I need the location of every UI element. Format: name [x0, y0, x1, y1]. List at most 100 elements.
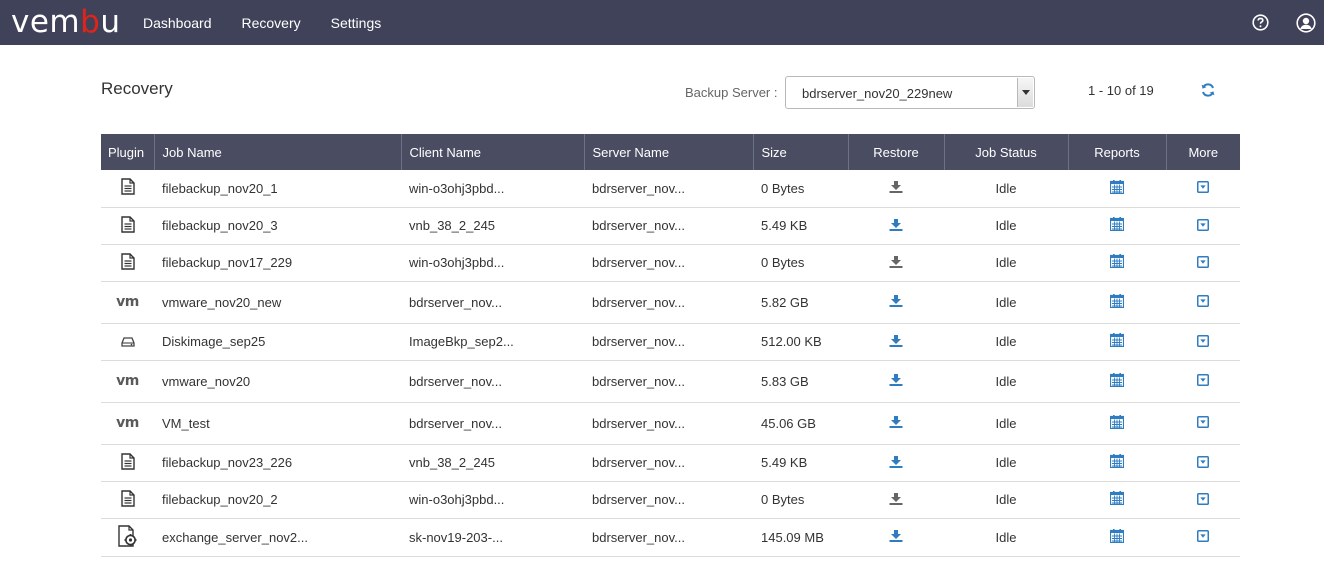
more-dropdown-icon[interactable]	[1197, 255, 1209, 271]
job-name-cell[interactable]: exchange_server_nov2...	[154, 518, 401, 556]
job-name-cell[interactable]: filebackup_nov20_3	[154, 207, 401, 244]
plugin-cell: vm	[101, 360, 154, 402]
nav-dashboard[interactable]: Dashboard	[143, 15, 212, 31]
column-header-server-name[interactable]: Server Name	[583, 134, 753, 170]
reports-cell	[1068, 170, 1166, 207]
more-dropdown-icon[interactable]	[1197, 416, 1209, 431]
download-icon[interactable]	[889, 334, 903, 350]
calendar-icon[interactable]	[1109, 454, 1125, 471]
download-icon[interactable]	[889, 455, 903, 471]
column-header-client-name[interactable]: Client Name	[400, 134, 584, 170]
table-row[interactable]: Diskimage_sep25 ImageBkp_sep2... bdrserver…	[101, 323, 1240, 360]
download-icon[interactable]	[889, 416, 903, 431]
job-status-cell: Idle	[995, 294, 1017, 310]
job-name-cell[interactable]: VM_test	[154, 402, 401, 444]
restore-cell	[848, 360, 944, 402]
restore-cell	[848, 244, 944, 281]
calendar-icon[interactable]	[1109, 254, 1125, 271]
server-name-cell: bdrserver_nov...	[592, 294, 685, 310]
more-dropdown-icon[interactable]	[1197, 455, 1209, 471]
client-name-cell: win-o3ohj3pbd...	[409, 255, 505, 270]
job-name-cell[interactable]: vmware_nov20_new	[154, 281, 401, 323]
job-name-cell[interactable]: Diskimage_sep25	[154, 323, 401, 360]
client-name-cell: ImageBkp_sep2...	[409, 334, 514, 349]
download-icon[interactable]	[889, 295, 903, 310]
reports-cell	[1068, 323, 1166, 360]
table-row[interactable]: filebackup_nov17_229 win-o3ohj3pbd... bdrs…	[101, 244, 1240, 281]
more-dropdown-icon[interactable]	[1197, 492, 1209, 508]
server-name-cell: bdrserver_nov...	[592, 415, 685, 431]
job-name-cell[interactable]: vmware_nov20	[154, 360, 401, 402]
client-name-cell: bdrserver_nov...	[409, 415, 502, 431]
more-dropdown-icon[interactable]	[1197, 295, 1209, 310]
calendar-icon[interactable]	[1109, 333, 1125, 350]
column-header-plugin[interactable]: Plugin	[101, 134, 154, 170]
column-header-more: More	[1165, 134, 1240, 170]
restore-cell	[848, 481, 944, 518]
calendar-icon[interactable]	[1109, 528, 1125, 546]
reports-cell	[1068, 444, 1166, 481]
table-row[interactable]: filebackup_nov20_3 vnb_38_2_245 bdrserver_…	[101, 207, 1240, 244]
file-plugin-icon	[120, 489, 135, 510]
job-name-cell[interactable]: filebackup_nov17_229	[154, 244, 401, 281]
server-name-cell: bdrserver_nov...	[592, 334, 685, 349]
plugin-cell: vm	[101, 281, 154, 323]
calendar-icon[interactable]	[1109, 179, 1125, 197]
nav-recovery[interactable]: Recovery	[242, 15, 301, 31]
table-row[interactable]: filebackup_nov23_226 vnb_38_2_245 bdrserve…	[101, 444, 1240, 481]
calendar-icon[interactable]	[1109, 293, 1125, 311]
plugin-cell	[101, 244, 154, 281]
refresh-icon[interactable]	[1200, 82, 1216, 98]
table-row[interactable]: vm VM_test bdrserver_nov... bdrserver_nov..…	[101, 402, 1240, 444]
reports-cell	[1068, 281, 1166, 323]
pagination-info: 1 - 10 of 19	[1088, 83, 1154, 98]
job-name-cell[interactable]: filebackup_nov20_1	[154, 170, 401, 207]
more-dropdown-icon[interactable]	[1197, 530, 1209, 545]
more-dropdown-icon[interactable]	[1197, 181, 1209, 196]
plugin-cell	[101, 170, 154, 207]
job-name-cell[interactable]: filebackup_nov23_226	[154, 444, 401, 481]
user-account-icon[interactable]	[1296, 12, 1316, 33]
job-status-cell: Idle	[995, 334, 1017, 349]
more-dropdown-icon[interactable]	[1197, 334, 1209, 350]
column-header-size[interactable]: Size	[752, 134, 848, 170]
download-icon	[889, 492, 903, 508]
size-cell: 5.83 GB	[761, 373, 809, 389]
column-header-job-name[interactable]: Job Name	[153, 134, 401, 170]
restore-cell	[848, 207, 944, 244]
calendar-icon[interactable]	[1109, 491, 1125, 508]
top-right-icons	[1224, 0, 1316, 45]
more-cell	[1166, 244, 1240, 281]
job-name-cell[interactable]: filebackup_nov20_2	[154, 481, 401, 518]
plugin-cell	[101, 207, 154, 244]
calendar-icon[interactable]	[1109, 414, 1125, 432]
table-row[interactable]: exchange_server_nov2... sk-nov19-203-... b…	[101, 518, 1240, 556]
more-dropdown-icon[interactable]	[1197, 374, 1209, 389]
file-plugin-icon	[120, 252, 135, 273]
download-icon[interactable]	[889, 218, 903, 234]
vembu-logo[interactable]: vembu	[11, 4, 120, 40]
table-row[interactable]: vm vmware_nov20 bdrserver_nov... bdrserver_…	[101, 360, 1240, 402]
client-name-cell: vnb_38_2_245	[409, 455, 496, 470]
size-cell: 0 Bytes	[761, 492, 805, 507]
restore-cell	[848, 444, 944, 481]
more-cell	[1166, 444, 1240, 481]
download-icon[interactable]	[889, 374, 903, 389]
job-status-cell: Idle	[995, 415, 1017, 431]
help-icon[interactable]	[1250, 13, 1270, 33]
table-row[interactable]: filebackup_nov20_1 win-o3ohj3pbd... bdrser…	[101, 170, 1240, 207]
calendar-icon[interactable]	[1109, 372, 1125, 390]
column-header-job-status[interactable]: Job Status	[943, 134, 1068, 170]
nav-settings[interactable]: Settings	[331, 15, 382, 31]
chevron-down-icon[interactable]	[1017, 78, 1033, 107]
table-row[interactable]: filebackup_nov20_2 win-o3ohj3pbd... bdrser…	[101, 481, 1240, 518]
file-plugin-icon	[120, 178, 135, 198]
size-cell: 5.49 KB	[761, 455, 808, 470]
reports-cell	[1068, 481, 1166, 518]
backup-server-select[interactable]: bdrserver_nov20_229new	[785, 76, 1035, 109]
download-icon[interactable]	[889, 530, 903, 545]
table-row[interactable]: vm vmware_nov20_new bdrserver_nov... bdrser…	[101, 281, 1240, 323]
recovery-jobs-table: Plugin Job Name Client Name Server Name …	[101, 134, 1240, 557]
calendar-icon[interactable]	[1109, 217, 1125, 234]
more-dropdown-icon[interactable]	[1197, 218, 1209, 234]
